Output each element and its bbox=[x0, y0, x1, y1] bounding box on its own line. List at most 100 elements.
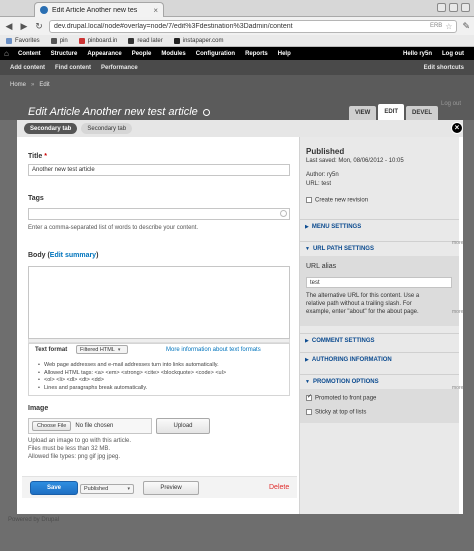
url-text: dev.drupal.local/node#overlay=node/7/edi… bbox=[54, 22, 293, 30]
author-info: Author: ry5n bbox=[306, 172, 339, 178]
secondary-tabs: Secondary tab Secondary tab bbox=[17, 120, 463, 137]
text-format-select[interactable]: Filtered HTML ▾ bbox=[76, 345, 128, 354]
page-title: Edit Article Another new test article bbox=[28, 106, 210, 118]
bookmark-label: pin bbox=[59, 37, 68, 44]
minimize-icon[interactable] bbox=[437, 3, 446, 12]
secondary-tab-1[interactable]: Secondary tab bbox=[24, 123, 78, 134]
admin-menu-item[interactable]: Structure bbox=[51, 51, 78, 57]
delete-link[interactable]: Delete bbox=[269, 484, 289, 491]
pinboard-icon bbox=[78, 37, 85, 44]
url-input[interactable]: dev.drupal.local/node#overlay=node/7/edi… bbox=[49, 19, 458, 33]
page-title-text: Edit Article Another new test article bbox=[28, 106, 198, 118]
shortcut-find-content[interactable]: Find content bbox=[55, 65, 91, 71]
bookmark-label: instapaper.com bbox=[182, 37, 224, 44]
browser-tab-title: Edit Article Another new tes bbox=[52, 6, 138, 14]
back-icon[interactable]: ◀ bbox=[4, 21, 14, 32]
admin-menu-item[interactable]: Appearance bbox=[87, 51, 121, 57]
last-saved: Last saved: Mon, 08/06/2012 - 10:05 bbox=[306, 158, 404, 164]
tags-description: Enter a comma-separated list of words to… bbox=[28, 225, 199, 231]
bookmark-label: pinboard.in bbox=[87, 37, 118, 44]
tags-label: Tags bbox=[28, 195, 44, 202]
maximize-icon[interactable] bbox=[449, 3, 458, 12]
user-greeting[interactable]: Hello ry5n bbox=[403, 51, 432, 57]
body-label: Body (Edit summary) bbox=[28, 252, 99, 259]
title-field[interactable]: Another new test article bbox=[28, 164, 290, 176]
secondary-tab-2[interactable]: Secondary tab bbox=[81, 123, 133, 134]
image-file-input[interactable]: Choose File No file chosen bbox=[28, 418, 152, 434]
url-info: URL: test bbox=[306, 181, 332, 187]
body-textarea[interactable] bbox=[28, 266, 290, 339]
forward-icon[interactable]: ▶ bbox=[19, 21, 29, 32]
admin-menu: Content Structure Appearance People Modules C… bbox=[18, 51, 291, 57]
close-window-icon[interactable] bbox=[461, 3, 470, 12]
tab-view[interactable]: VIEW bbox=[349, 106, 377, 120]
admin-menu-item[interactable]: Help bbox=[278, 51, 291, 57]
tags-field[interactable] bbox=[28, 208, 290, 220]
image-label: Image bbox=[28, 405, 49, 412]
admin-menu-item[interactable]: Reports bbox=[245, 51, 268, 57]
bookmark-2[interactable]: pinboard.in bbox=[78, 37, 118, 44]
bookmark-1[interactable]: pin bbox=[50, 37, 68, 44]
window-controls bbox=[437, 3, 470, 12]
bookmark-star-icon[interactable]: ☆ bbox=[445, 22, 452, 31]
title-label: Title * bbox=[28, 153, 47, 160]
url-alias-label: URL alias bbox=[306, 263, 337, 270]
tag-icon bbox=[50, 37, 57, 44]
preview-button[interactable]: Preview bbox=[143, 481, 199, 495]
admin-menu-item[interactable]: People bbox=[132, 51, 152, 57]
browser-tab[interactable]: Edit Article Another new tes × bbox=[34, 2, 164, 17]
promoted-checkbox[interactable]: Promoted to front page bbox=[306, 393, 376, 402]
background-more-text: more bbox=[452, 385, 464, 391]
format-tips-list: Web page addresses and e-mail addresses … bbox=[38, 362, 226, 392]
url-alias-field[interactable]: test bbox=[306, 277, 452, 288]
authoring-information-section[interactable]: ▶ AUTHORING INFORMATION bbox=[300, 352, 459, 367]
reload-icon[interactable]: ↻ bbox=[34, 21, 44, 32]
folder-icon bbox=[6, 37, 12, 44]
shortcut-add-content[interactable]: Add content bbox=[10, 65, 45, 71]
bookmark-label: Favorites bbox=[15, 37, 40, 44]
logout-link[interactable]: Log out bbox=[442, 51, 464, 57]
chevron-down-icon: ▾ bbox=[127, 486, 130, 492]
format-tip: Allowed HTML tags: <a> <em> <strong> <ci… bbox=[38, 370, 226, 378]
menu-settings-section[interactable]: ▶ MENU SETTINGS bbox=[300, 219, 459, 234]
bookmarks-bar: Favorites pin pinboard.in read later instapa… bbox=[0, 35, 474, 47]
breadcrumb-separator: » bbox=[31, 82, 35, 88]
new-revision-checkbox[interactable]: Create new revision bbox=[306, 197, 368, 204]
edit-shortcuts-link[interactable]: Edit shortcuts bbox=[424, 65, 464, 71]
format-tip: <ol> <li> <dl> <dt> <dd> bbox=[38, 377, 226, 385]
breadcrumb-home[interactable]: Home bbox=[10, 82, 26, 88]
status-select[interactable]: Published ▾ bbox=[80, 484, 134, 494]
bookmark-4[interactable]: instapaper.com bbox=[173, 37, 224, 44]
publish-status: Published bbox=[306, 147, 345, 156]
shortcut-performance[interactable]: Performance bbox=[101, 65, 138, 71]
tab-edit[interactable]: EDIT bbox=[378, 104, 405, 120]
url-path-settings-section[interactable]: ▼ URL PATH SETTINGS bbox=[300, 241, 459, 256]
text-format-help-link[interactable]: More information about text formats bbox=[166, 346, 261, 354]
choose-file-button[interactable]: Choose File bbox=[32, 421, 72, 431]
admin-menu-item[interactable]: Configuration bbox=[196, 51, 235, 57]
edit-summary-link[interactable]: Edit summary bbox=[50, 252, 96, 259]
close-overlay-button[interactable]: × bbox=[451, 122, 463, 134]
bookmark-0[interactable]: Favorites bbox=[6, 37, 40, 44]
wrench-icon[interactable]: ✎ bbox=[462, 21, 470, 32]
save-button[interactable]: Save bbox=[30, 481, 78, 495]
home-icon[interactable]: ⌂ bbox=[4, 49, 18, 58]
upload-button[interactable]: Upload bbox=[156, 418, 210, 434]
comment-settings-section[interactable]: ▶ COMMENT SETTINGS bbox=[300, 333, 459, 348]
background-more-text: more bbox=[452, 240, 464, 246]
tab-devel[interactable]: DEVEL bbox=[406, 106, 439, 120]
chevron-right-icon: ▶ bbox=[305, 224, 309, 230]
checkbox-icon bbox=[306, 197, 312, 203]
close-tab-icon[interactable]: × bbox=[153, 6, 158, 15]
image-description-3: Allowed file types: png gif jpg jpeg. bbox=[28, 454, 121, 460]
breadcrumb-edit[interactable]: Edit bbox=[39, 82, 49, 88]
add-shortcut-icon[interactable] bbox=[202, 108, 210, 116]
promotion-options-section[interactable]: ▼ PROMOTION OPTIONS bbox=[300, 374, 459, 389]
chevron-right-icon: ▶ bbox=[305, 357, 309, 363]
admin-menu-item[interactable]: Modules bbox=[161, 51, 185, 57]
text-format-label: Text format bbox=[35, 347, 68, 353]
bookmark-3[interactable]: read later bbox=[128, 37, 163, 44]
no-file-text: No file chosen bbox=[75, 423, 114, 429]
admin-menu-item[interactable]: Content bbox=[18, 51, 41, 57]
sticky-checkbox[interactable]: Sticky at top of lists bbox=[306, 409, 366, 416]
